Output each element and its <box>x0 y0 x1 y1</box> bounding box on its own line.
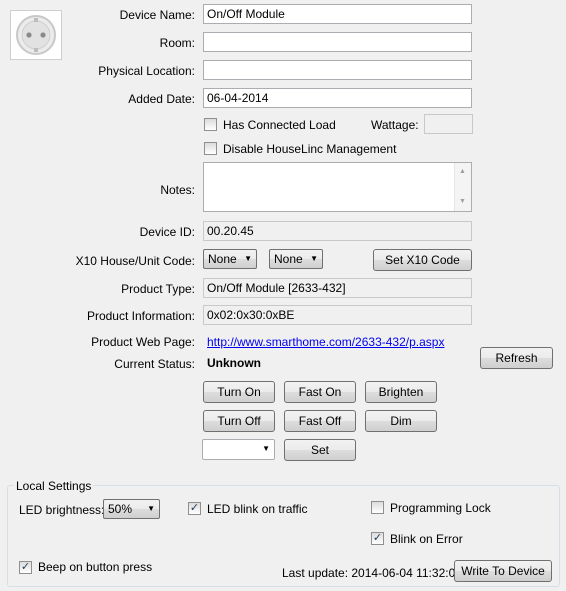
product-type-label: Product Type: <box>121 282 195 296</box>
product-type-field: On/Off Module [2633-432] <box>203 278 472 298</box>
physical-location-field[interactable] <box>203 60 472 80</box>
room-field[interactable] <box>203 32 472 52</box>
disable-mgmt-checkbox[interactable] <box>204 142 217 155</box>
brighten-button[interactable]: Brighten <box>365 381 437 403</box>
set-level-button[interactable]: Set <box>284 439 356 461</box>
disable-mgmt-label: Disable HouseLinc Management <box>223 142 397 156</box>
programming-lock-checkbox[interactable] <box>371 501 384 514</box>
led-blink-checkbox[interactable]: ✓ <box>188 502 201 515</box>
device-name-field[interactable]: On/Off Module <box>203 4 472 24</box>
device-id-field: 00.20.45 <box>203 221 472 241</box>
notes-field[interactable]: ▲ ▼ <box>203 162 472 212</box>
scroll-up-arrow-icon[interactable]: ▲ <box>459 165 466 179</box>
product-web-link[interactable]: http://www.smarthome.com/2633-432/p.aspx <box>207 335 444 349</box>
physical-location-label: Physical Location: <box>98 64 195 78</box>
notes-label: Notes: <box>160 183 195 197</box>
fast-off-button[interactable]: Fast Off <box>284 410 356 432</box>
led-blink-label: LED blink on traffic <box>207 502 308 516</box>
connected-load-label: Has Connected Load <box>223 118 336 132</box>
fast-on-button[interactable]: Fast On <box>284 381 356 403</box>
connected-load-checkbox[interactable] <box>204 118 217 131</box>
x10-label: X10 House/Unit Code: <box>75 254 195 268</box>
device-image <box>10 10 62 60</box>
x10-unit-value: None <box>274 252 303 266</box>
local-settings-title: Local Settings <box>14 479 94 493</box>
set-x10-button[interactable]: Set X10 Code <box>373 249 472 271</box>
blink-error-checkbox[interactable]: ✓ <box>371 532 384 545</box>
chevron-down-icon: ▼ <box>262 444 270 453</box>
added-date-field[interactable]: 06-04-2014 <box>203 88 472 108</box>
last-update-text: Last update: 2014-06-04 11:32:00 <box>282 566 462 580</box>
wattage-field[interactable] <box>424 114 473 134</box>
beep-label: Beep on button press <box>38 560 153 574</box>
device-name-label: Device Name: <box>119 8 195 22</box>
current-status-value: Unknown <box>207 356 261 370</box>
led-brightness-select[interactable]: 50% ▼ <box>103 499 160 519</box>
chevron-down-icon: ▼ <box>244 254 252 263</box>
device-id-label: Device ID: <box>139 225 195 239</box>
dim-button[interactable]: Dim <box>365 410 437 432</box>
turn-off-button[interactable]: Turn Off <box>203 410 275 432</box>
programming-lock-label: Programming Lock <box>390 501 491 515</box>
level-select[interactable]: ▼ <box>202 439 275 460</box>
chevron-down-icon: ▼ <box>310 254 318 263</box>
x10-unit-select[interactable]: None ▼ <box>269 249 323 269</box>
product-info-label: Product Information: <box>86 309 195 323</box>
added-date-label: Added Date: <box>128 92 195 106</box>
chevron-down-icon: ▼ <box>147 504 155 513</box>
notes-scrollbar[interactable]: ▲ ▼ <box>454 163 471 211</box>
led-brightness-value: 50% <box>108 502 133 516</box>
led-brightness-label: LED brightness: <box>19 503 105 517</box>
room-label: Room: <box>159 36 195 50</box>
beep-checkbox[interactable]: ✓ <box>19 561 32 574</box>
scroll-down-arrow-icon[interactable]: ▼ <box>459 195 466 209</box>
x10-house-select[interactable]: None ▼ <box>203 249 257 269</box>
blink-error-label: Blink on Error <box>390 532 463 546</box>
write-to-device-button[interactable]: Write To Device <box>454 560 552 582</box>
current-status-label: Current Status: <box>114 357 195 371</box>
web-page-label: Product Web Page: <box>91 335 195 349</box>
turn-on-button[interactable]: Turn On <box>203 381 275 403</box>
wattage-label: Wattage: <box>371 118 419 132</box>
refresh-button[interactable]: Refresh <box>480 347 553 369</box>
product-info-field: 0x02:0x30:0xBE <box>203 305 472 325</box>
outlet-icon <box>16 15 56 55</box>
x10-house-value: None <box>208 252 237 266</box>
